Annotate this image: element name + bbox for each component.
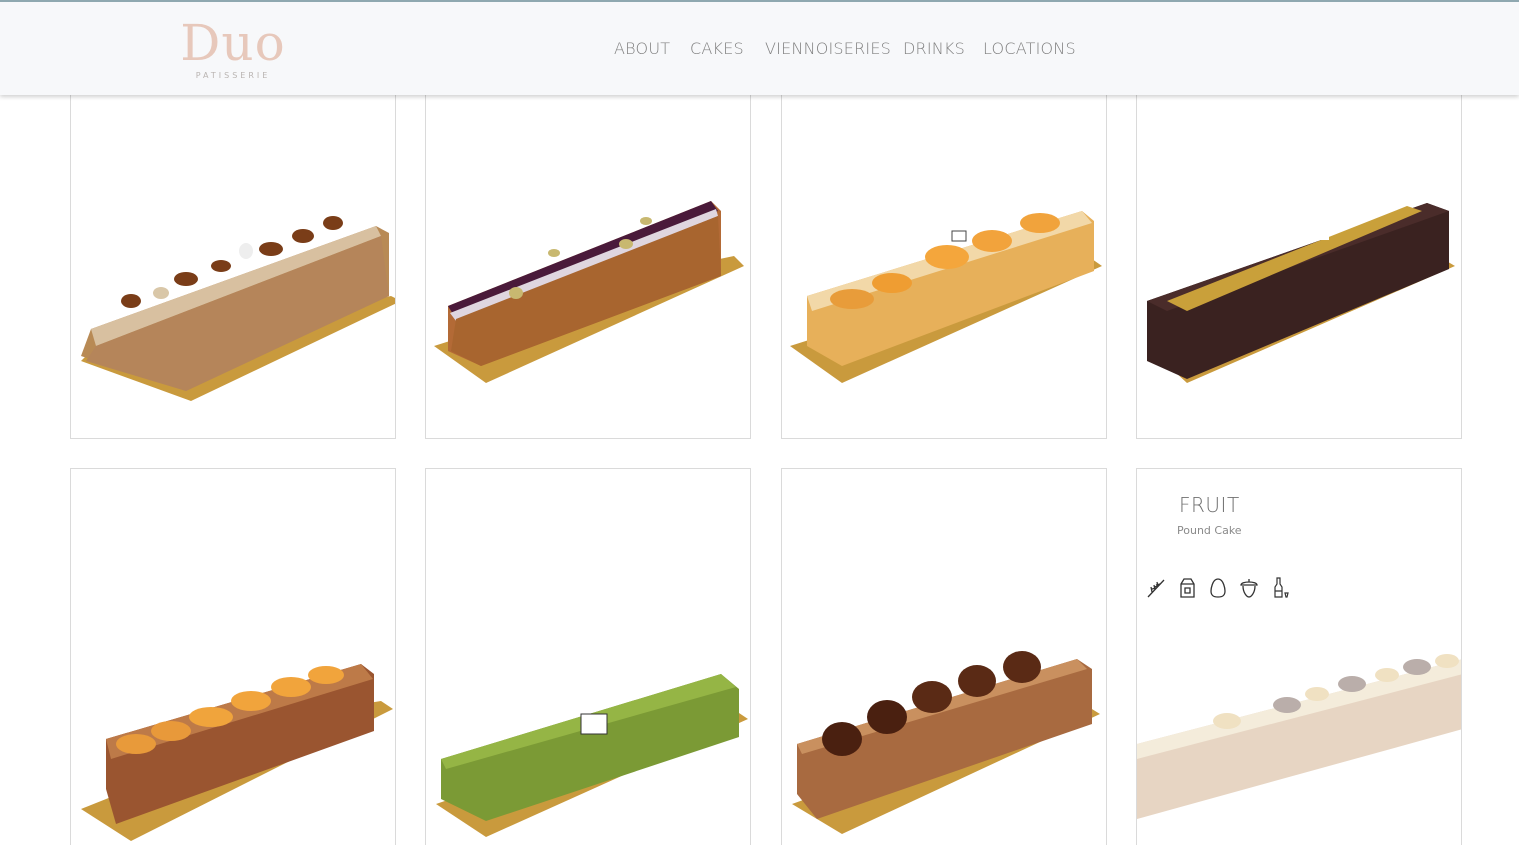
product-card[interactable]	[425, 468, 751, 845]
apricot-cake-image	[81, 664, 393, 841]
chocolate-cake-image	[1147, 203, 1455, 383]
wheat-icon	[1147, 579, 1165, 598]
product-card[interactable]	[70, 60, 396, 439]
nav-about[interactable]: ABOUT	[614, 39, 670, 58]
nut-icon	[1240, 579, 1258, 598]
pecan-cake-image	[81, 216, 395, 401]
site-header: Duo PATISSERIE ABOUT CAKES VIENNOISERIES…	[0, 0, 1519, 95]
product-name: FRUIT	[1179, 493, 1240, 517]
product-card[interactable]	[781, 468, 1107, 845]
product-card[interactable]	[70, 468, 396, 845]
pistachio-cake-image	[436, 674, 748, 837]
product-card[interactable]	[1136, 60, 1462, 439]
chestnut-cake-image	[792, 651, 1100, 834]
nav-viennoiseries[interactable]: VIENNOISERIES	[765, 39, 891, 58]
brand-name: Duo	[180, 14, 286, 72]
brand-tagline: PATISSERIE	[195, 71, 271, 80]
product-card[interactable]	[425, 60, 751, 439]
blackcurrant-cake-image	[434, 201, 744, 383]
milk-carton-icon	[1180, 578, 1195, 598]
orange-cake-image	[790, 211, 1102, 383]
brand-logo[interactable]: Duo PATISSERIE	[168, 16, 298, 86]
product-category: Pound Cake	[1177, 524, 1242, 537]
egg-icon	[1210, 578, 1226, 598]
product-card[interactable]	[781, 60, 1107, 439]
alcohol-bottle-icon	[1274, 577, 1289, 598]
product-card-fruit[interactable]: FRUIT Pound Cake	[1136, 468, 1462, 845]
nav-cakes[interactable]: CAKES	[690, 39, 744, 58]
nav-locations[interactable]: LOCATIONS	[983, 39, 1076, 58]
nav-drinks[interactable]: DRINKS	[903, 39, 965, 58]
